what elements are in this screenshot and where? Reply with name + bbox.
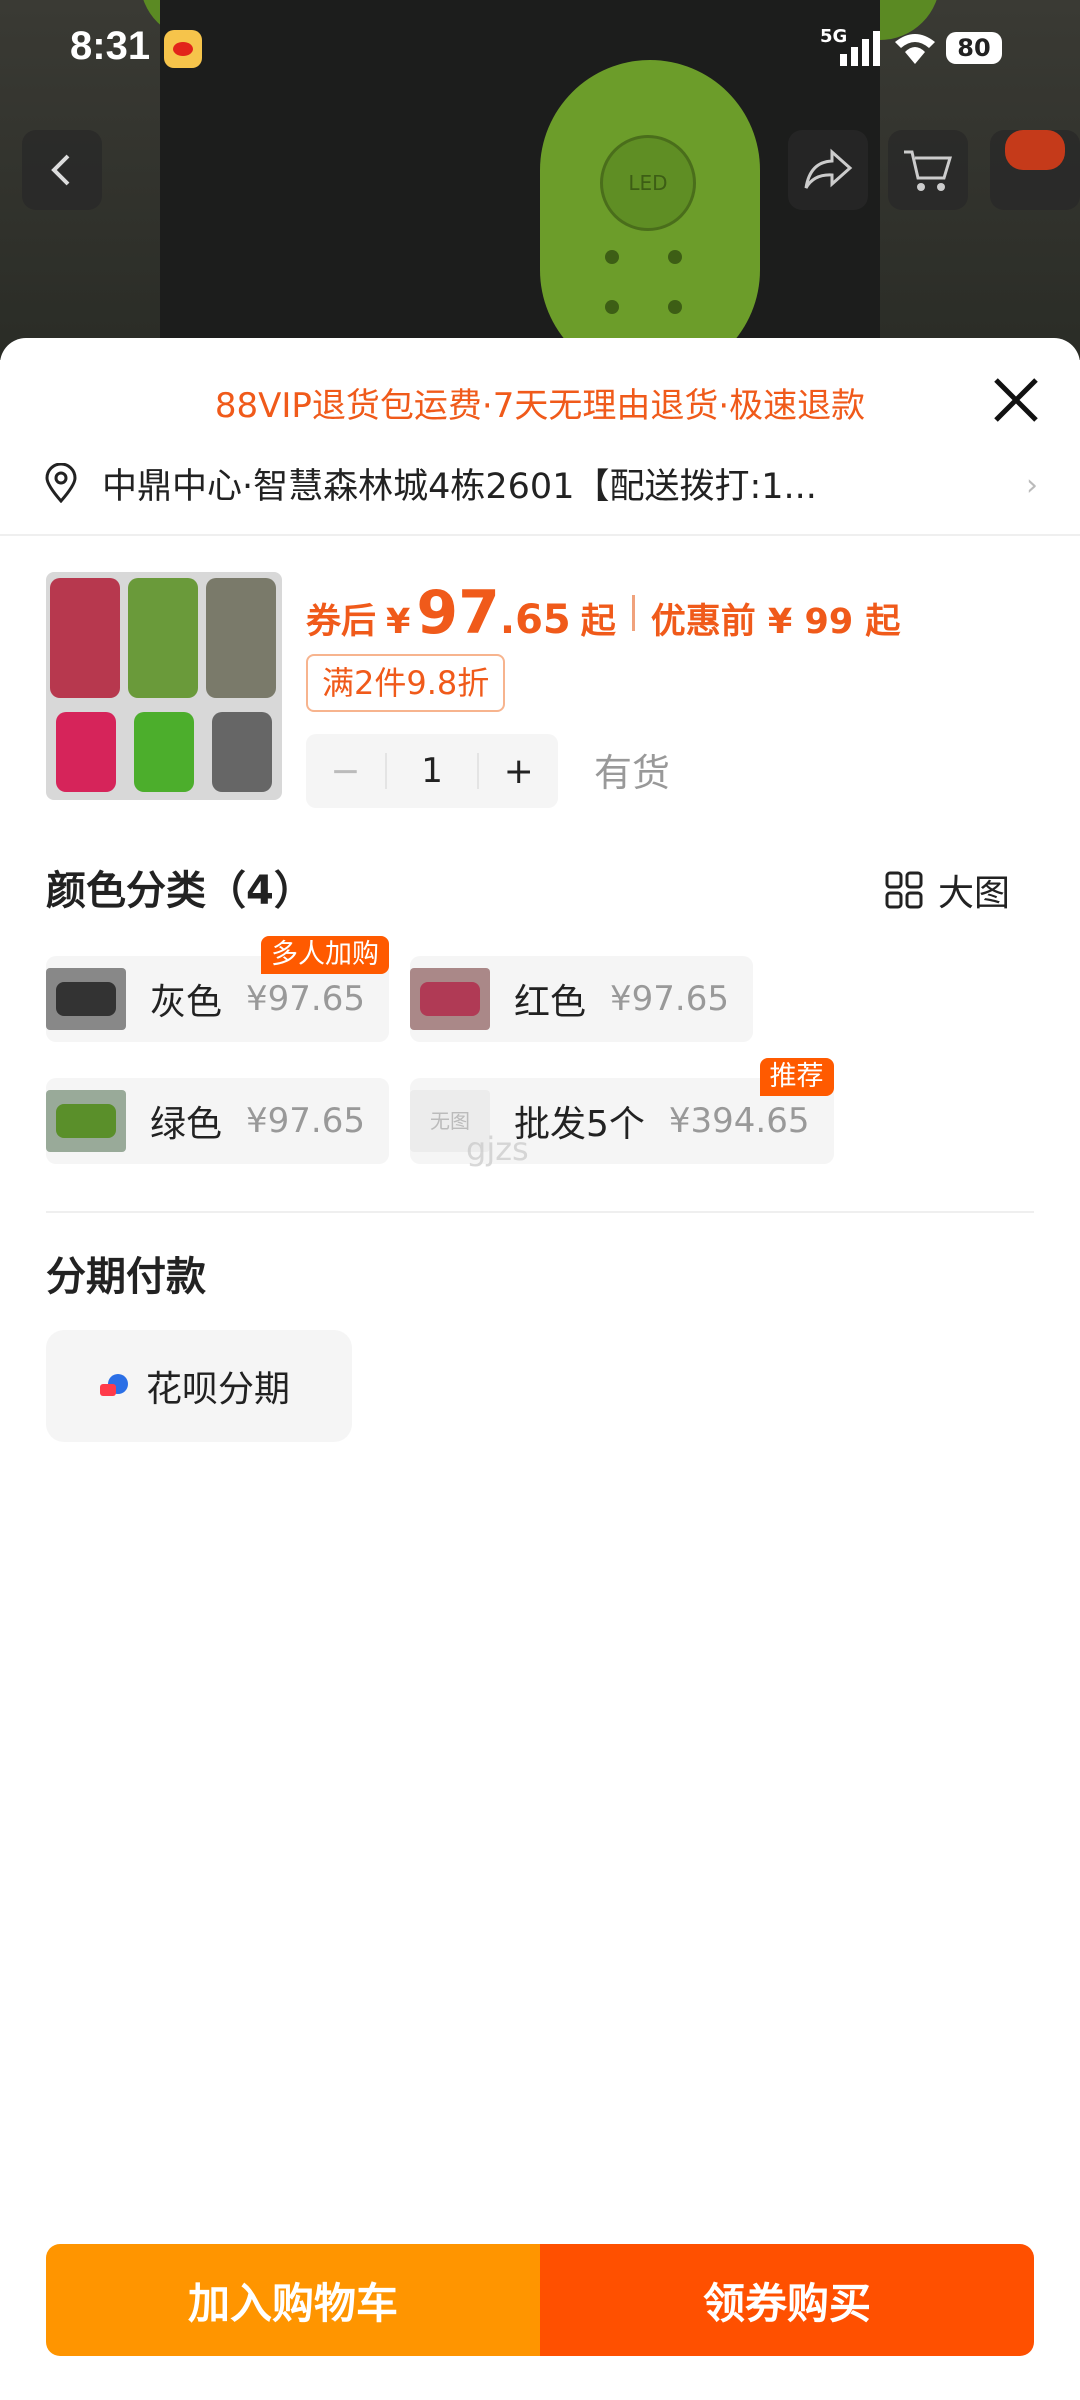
price-separator [631, 595, 635, 631]
big-image-toggle[interactable]: 大图 [884, 864, 1010, 916]
delivery-address-row[interactable]: 中鼎中心·智慧森林城4栋2601【配送拨打:1... › [44, 456, 1044, 510]
huabei-label: 花呗分期 [146, 1369, 291, 1410]
variants-title: 颜色分类（4） [46, 868, 314, 914]
divider [0, 534, 1080, 536]
variant-chip-green[interactable]: 绿色 ¥97.65 [46, 1078, 389, 1164]
currency-symbol: ¥ [386, 602, 411, 642]
watermark: gjzs [466, 1130, 529, 1168]
variant-name: 批发5个 [514, 1104, 645, 1145]
back-button[interactable] [22, 130, 102, 210]
bottom-action-bar: 加入购物车 领券购买 [46, 2244, 1034, 2356]
cart-icon [904, 150, 953, 191]
location-pin-icon [45, 463, 77, 503]
price-line: 券后 ¥ 97 .65 起 优惠前 ¥ 99 起 [306, 578, 900, 648]
original-price: 优惠前 ¥ 99 起 [650, 602, 901, 642]
huabei-installment-option[interactable]: 花呗分期 [46, 1330, 352, 1442]
after-coupon-label: 券后 [306, 602, 377, 642]
cart-button[interactable] [888, 130, 968, 210]
price-suffix: 起 [580, 602, 616, 642]
variant-price: ¥394.65 [668, 1101, 810, 1141]
variant-badge: 多人加购 [260, 936, 389, 974]
variant-badge: 推荐 [759, 1058, 834, 1096]
add-to-cart-button[interactable]: 加入购物车 [46, 2244, 540, 2356]
more-button[interactable] [990, 130, 1080, 210]
variant-price: ¥97.65 [246, 1101, 365, 1141]
status-time: 8:31 [70, 24, 151, 68]
product-thumbnail[interactable] [46, 572, 282, 800]
wifi-icon [895, 34, 935, 64]
variant-thumbnail [410, 968, 490, 1030]
price-integer: 97 [416, 578, 500, 648]
share-button[interactable] [788, 130, 868, 210]
sku-selection-sheet: 88VIP退货包运费·7天无理由退货·极速退款 中鼎中心·智慧森林城4栋2601… [0, 338, 1080, 2400]
signal-icon [840, 31, 880, 66]
weibo-notification-icon [164, 30, 202, 68]
price-decimal: .65 [499, 597, 571, 643]
divider [46, 1211, 1034, 1213]
chevron-right-icon: › [1026, 468, 1038, 503]
variant-price: ¥97.65 [246, 979, 365, 1019]
delivery-address: 中鼎中心·智慧森林城4栋2601【配送拨打:1... [102, 466, 817, 507]
variant-name: 灰色 [150, 982, 223, 1023]
coupon-buy-button[interactable]: 领券购买 [540, 2244, 1034, 2356]
quantity-value[interactable]: 1 [384, 753, 480, 789]
variant-thumbnail [46, 1090, 126, 1152]
battery-indicator: 80 [946, 32, 1002, 64]
chevron-left-icon [51, 154, 70, 186]
variant-name: 绿色 [150, 1104, 223, 1145]
increment-button[interactable]: + [479, 751, 558, 792]
variant-price: ¥97.65 [610, 979, 729, 1019]
stock-status: 有货 [594, 751, 671, 795]
status-bar: 8:31 5G 80 [0, 0, 1080, 100]
decrement-button[interactable]: − [306, 751, 385, 792]
installment-title: 分期付款 [46, 1254, 206, 1300]
variant-thumbnail [46, 968, 126, 1030]
quantity-stepper: − 1 + [306, 734, 558, 808]
huabei-icon [100, 1374, 128, 1396]
variant-chip-gray[interactable]: 灰色 ¥97.65 多人加购 [46, 936, 389, 1042]
coupon-tag: 满2件9.8折 [306, 654, 506, 712]
grid-icon [885, 871, 923, 909]
message-icon [1005, 130, 1065, 170]
big-image-label: 大图 [938, 873, 1011, 914]
variant-name: 红色 [514, 982, 587, 1023]
share-icon [804, 148, 853, 189]
close-icon[interactable] [990, 374, 1042, 426]
variant-chip-red[interactable]: 红色 ¥97.65 [410, 956, 753, 1042]
promo-banner: 88VIP退货包运费·7天无理由退货·极速退款 [214, 386, 866, 426]
